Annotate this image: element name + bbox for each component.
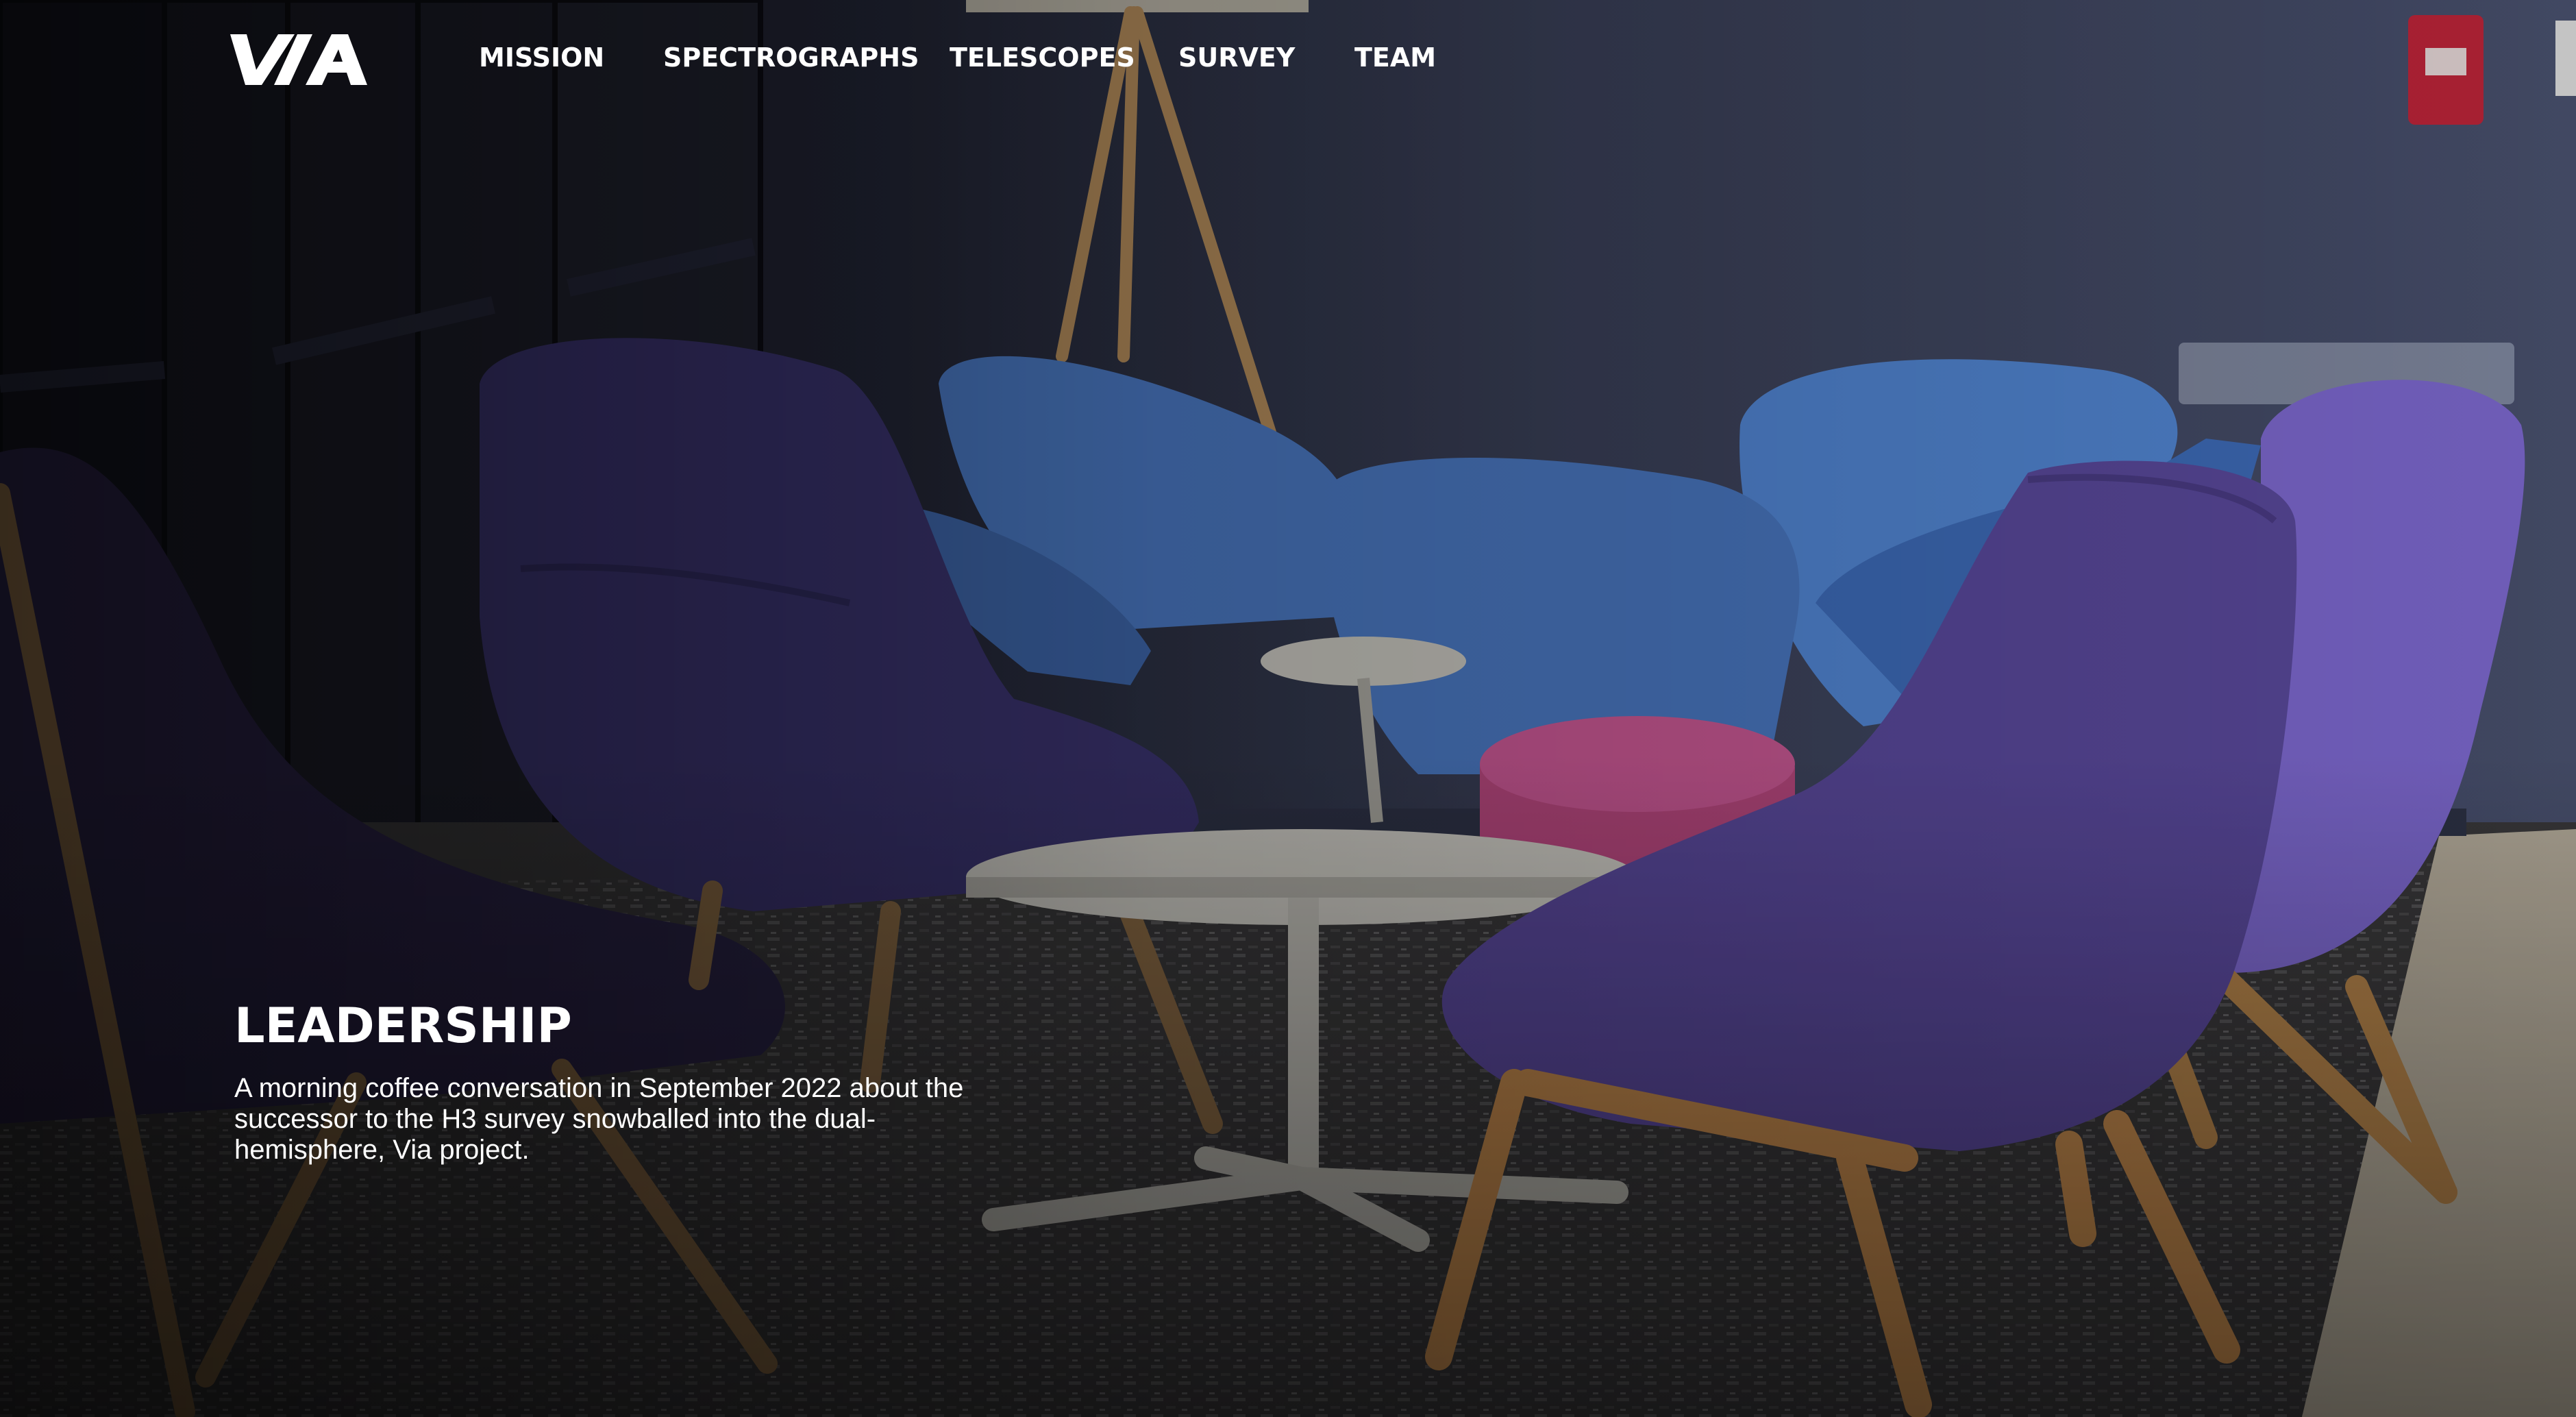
hero-section: [0, 0, 2576, 1417]
nav-link-survey[interactable]: SURVEY: [1178, 42, 1295, 73]
page-title: LEADERSHIP: [234, 998, 572, 1054]
via-logo[interactable]: [230, 34, 367, 85]
hero-background-photo: [0, 0, 2576, 1417]
nav-link-spectrographs[interactable]: SPECTROGRAPHS: [663, 42, 919, 73]
hero-caption: LEADERSHIP A morning coffee conversation…: [234, 995, 988, 1166]
via-logo-mark: [230, 34, 367, 85]
nav-link-telescopes[interactable]: TELESCOPES: [950, 42, 1135, 73]
hero-description: A morning coffee conversation in Septemb…: [234, 1073, 964, 1165]
nav-link-team[interactable]: TEAM: [1354, 42, 1436, 73]
top-navigation: MISSION SPECTROGRAPHS TELESCOPES SURVEY …: [0, 0, 2576, 123]
nav-link-mission[interactable]: MISSION: [479, 42, 604, 73]
